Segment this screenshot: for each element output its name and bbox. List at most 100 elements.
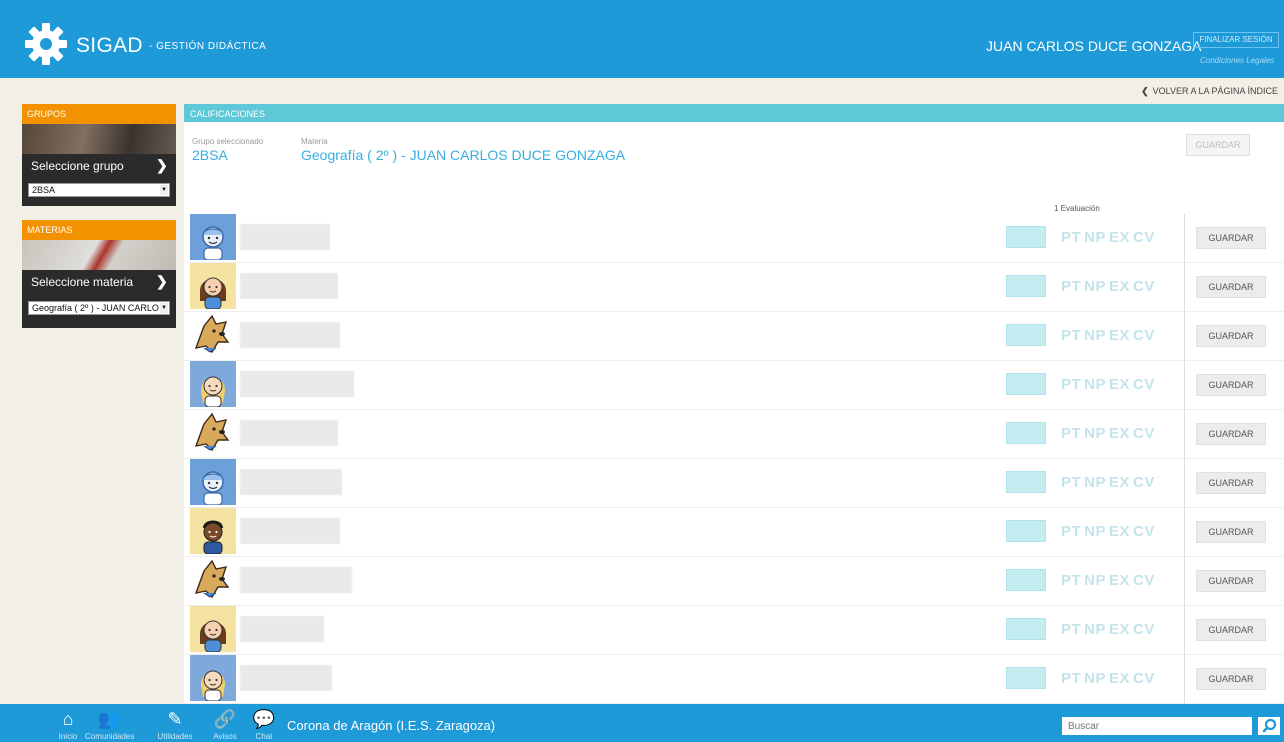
save-row-button[interactable]: GUARDAR bbox=[1196, 325, 1266, 347]
grade-code-option[interactable]: NP bbox=[1084, 523, 1106, 540]
grade-code-option[interactable]: EX bbox=[1109, 523, 1130, 540]
table-row: PT NP EX CV GUARDAR bbox=[184, 361, 1284, 410]
chevron-down-icon[interactable]: ❯ bbox=[156, 157, 168, 174]
grade-code-option[interactable]: NP bbox=[1084, 229, 1106, 246]
table-row: PT NP EX CV GUARDAR bbox=[184, 214, 1284, 263]
grade-code-option[interactable]: EX bbox=[1109, 474, 1130, 491]
nav-utilities-label: Utilidades bbox=[157, 732, 193, 741]
nav-chat[interactable]: 💬 Chat bbox=[240, 708, 288, 741]
group-select[interactable]: 2BSA ▼ bbox=[28, 183, 170, 197]
dark-boy-icon bbox=[190, 508, 236, 554]
grade-codes: PT NP EX CV bbox=[1061, 572, 1158, 589]
student-name-redacted bbox=[240, 420, 338, 446]
section-title: CALIFICACIONES bbox=[184, 104, 1284, 122]
grade-codes: PT NP EX CV bbox=[1061, 621, 1158, 638]
nav-communities[interactable]: 👥 Comunidades bbox=[85, 708, 134, 741]
subject-select[interactable]: Geografía ( 2º ) - JUAN CARLO ▼ bbox=[28, 301, 170, 315]
grade-codes: PT NP EX CV bbox=[1061, 278, 1158, 295]
grade-code-option[interactable]: PT bbox=[1061, 523, 1081, 540]
grade-code-option[interactable]: CV bbox=[1133, 376, 1155, 393]
grade-code-option[interactable]: PT bbox=[1061, 621, 1081, 638]
student-name-redacted bbox=[240, 616, 324, 642]
divider bbox=[1184, 214, 1185, 263]
grade-input[interactable] bbox=[1006, 275, 1046, 297]
save-row-button[interactable]: GUARDAR bbox=[1196, 570, 1266, 592]
legal-conditions-link[interactable]: Condiciones Legales bbox=[1200, 56, 1274, 65]
grade-code-option[interactable]: NP bbox=[1084, 621, 1106, 638]
table-row: PT NP EX CV GUARDAR bbox=[184, 655, 1284, 704]
grade-code-option[interactable]: PT bbox=[1061, 327, 1081, 344]
save-row-button[interactable]: GUARDAR bbox=[1196, 374, 1266, 396]
app-title: SIGAD - GESTIÓN DIDÁCTICA bbox=[76, 34, 266, 58]
chevron-down-icon[interactable]: ❯ bbox=[156, 273, 168, 290]
save-row-button[interactable]: GUARDAR bbox=[1196, 668, 1266, 690]
save-row-button[interactable]: GUARDAR bbox=[1196, 472, 1266, 494]
grade-code-option[interactable]: PT bbox=[1061, 425, 1081, 442]
grade-code-option[interactable]: NP bbox=[1084, 278, 1106, 295]
grade-code-option[interactable]: EX bbox=[1109, 376, 1130, 393]
grade-input[interactable] bbox=[1006, 569, 1046, 591]
grade-codes: PT NP EX CV bbox=[1061, 523, 1158, 540]
grade-code-option[interactable]: EX bbox=[1109, 425, 1130, 442]
save-row-button[interactable]: GUARDAR bbox=[1196, 276, 1266, 298]
table-row: PT NP EX CV GUARDAR bbox=[184, 312, 1284, 361]
groups-prompt: Seleccione grupo bbox=[31, 159, 124, 173]
dog-mascot-icon bbox=[190, 410, 236, 456]
app-name: SIGAD bbox=[76, 34, 143, 57]
grade-input[interactable] bbox=[1006, 667, 1046, 689]
grade-code-option[interactable]: PT bbox=[1061, 572, 1081, 589]
save-all-button[interactable]: GUARDAR bbox=[1186, 134, 1250, 156]
grade-code-option[interactable]: PT bbox=[1061, 278, 1081, 295]
grade-code-option[interactable]: NP bbox=[1084, 327, 1106, 344]
grade-code-option[interactable]: PT bbox=[1061, 229, 1081, 246]
back-to-index-link[interactable]: ❮ VOLVER A LA PÁGINA ÍNDICE bbox=[1141, 86, 1278, 97]
grade-code-option[interactable]: CV bbox=[1133, 474, 1155, 491]
grade-code-option[interactable]: PT bbox=[1061, 376, 1081, 393]
grade-code-option[interactable]: CV bbox=[1133, 572, 1155, 589]
nav-utilities[interactable]: ✎ Utilidades bbox=[151, 708, 199, 741]
grade-code-option[interactable]: CV bbox=[1133, 229, 1155, 246]
save-row-button[interactable]: GUARDAR bbox=[1196, 619, 1266, 641]
grade-input[interactable] bbox=[1006, 422, 1046, 444]
grade-code-option[interactable]: EX bbox=[1109, 278, 1130, 295]
search-input[interactable] bbox=[1062, 717, 1252, 735]
logout-button[interactable]: FINALIZAR SESIÓN bbox=[1193, 32, 1279, 48]
grade-codes: PT NP EX CV bbox=[1061, 327, 1158, 344]
grade-code-option[interactable]: NP bbox=[1084, 572, 1106, 589]
grade-code-option[interactable]: EX bbox=[1109, 621, 1130, 638]
grade-code-option[interactable]: PT bbox=[1061, 670, 1081, 687]
evaluation-label: 1 Evaluación bbox=[1054, 204, 1100, 213]
save-row-button[interactable]: GUARDAR bbox=[1196, 227, 1266, 249]
grade-code-option[interactable]: EX bbox=[1109, 572, 1130, 589]
search-button[interactable] bbox=[1258, 717, 1280, 735]
people-icon: 👥 bbox=[97, 709, 121, 729]
grade-code-option[interactable]: EX bbox=[1109, 327, 1130, 344]
grade-code-option[interactable]: EX bbox=[1109, 670, 1130, 687]
grade-code-option[interactable]: NP bbox=[1084, 670, 1106, 687]
chat-icon: 💬 bbox=[252, 709, 276, 729]
grade-input[interactable] bbox=[1006, 324, 1046, 346]
grade-code-option[interactable]: EX bbox=[1109, 229, 1130, 246]
grade-input[interactable] bbox=[1006, 471, 1046, 493]
grade-input[interactable] bbox=[1006, 520, 1046, 542]
grade-code-option[interactable]: PT bbox=[1061, 474, 1081, 491]
grade-code-option[interactable]: CV bbox=[1133, 621, 1155, 638]
grade-code-option[interactable]: CV bbox=[1133, 425, 1155, 442]
grade-input[interactable] bbox=[1006, 226, 1046, 248]
grade-code-option[interactable]: NP bbox=[1084, 474, 1106, 491]
back-link-label: VOLVER A LA PÁGINA ÍNDICE bbox=[1152, 86, 1278, 96]
grade-code-option[interactable]: NP bbox=[1084, 376, 1106, 393]
grade-code-option[interactable]: NP bbox=[1084, 425, 1106, 442]
grades-panel: Grupo seleccionado 2BSA Materia Geografí… bbox=[184, 122, 1284, 704]
grade-code-option[interactable]: CV bbox=[1133, 523, 1155, 540]
grade-code-option[interactable]: CV bbox=[1133, 278, 1155, 295]
dropdown-arrow-icon: ▼ bbox=[160, 303, 168, 313]
grade-input[interactable] bbox=[1006, 618, 1046, 640]
grade-code-option[interactable]: CV bbox=[1133, 670, 1155, 687]
save-row-button[interactable]: GUARDAR bbox=[1196, 521, 1266, 543]
save-row-button[interactable]: GUARDAR bbox=[1196, 423, 1266, 445]
grade-code-option[interactable]: CV bbox=[1133, 327, 1155, 344]
subject-label: Materia bbox=[301, 137, 328, 146]
grade-input[interactable] bbox=[1006, 373, 1046, 395]
student-name-redacted bbox=[240, 273, 338, 299]
